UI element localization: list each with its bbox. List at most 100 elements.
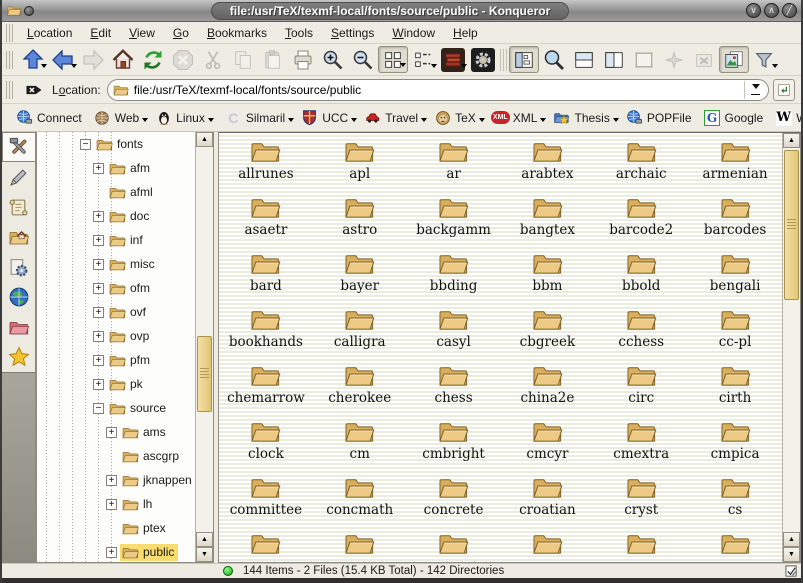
- bookmark-item-1[interactable]: Web: [88, 107, 149, 128]
- scroll-down-button[interactable]: ▼: [196, 547, 213, 562]
- tree-item[interactable]: source: [37, 396, 195, 420]
- scroll-up-button[interactable]: ▲: [196, 132, 213, 147]
- folder-item[interactable]: china2e: [501, 362, 595, 418]
- folder-item[interactable]: asaetr: [219, 194, 313, 250]
- bookmark-item-6[interactable]: TeX: [428, 107, 486, 128]
- bookmark-item-3[interactable]: CSilmaril: [219, 107, 295, 128]
- sidebar-tab-bookmarks[interactable]: [2, 342, 35, 372]
- tree-expander[interactable]: [106, 499, 117, 510]
- toolbar-paste[interactable]: [258, 46, 288, 73]
- tree-item[interactable]: lh: [37, 492, 195, 516]
- status-corner-button[interactable]: [785, 565, 798, 578]
- toolbar-new-tab[interactable]: [659, 46, 689, 73]
- tree-expander[interactable]: [93, 235, 104, 246]
- toolbar-thumbnails[interactable]: [719, 46, 749, 73]
- folder-item[interactable]: [313, 530, 407, 562]
- sidebar-tab-history[interactable]: [2, 192, 35, 222]
- bookmark-item-7[interactable]: XMLXML: [486, 107, 548, 128]
- tree-item[interactable]: misc: [37, 252, 195, 276]
- folder-item[interactable]: [688, 530, 782, 562]
- toolbar-find[interactable]: [539, 46, 569, 73]
- folder-item[interactable]: bayer: [313, 250, 407, 306]
- tree-item[interactable]: jknappen: [37, 468, 195, 492]
- folder-item[interactable]: cmbright: [407, 418, 501, 474]
- toolbar-list-view[interactable]: [408, 46, 438, 73]
- toolbar-handle[interactable]: [6, 51, 14, 69]
- folder-item[interactable]: barcodes: [688, 194, 782, 250]
- clear-location-button[interactable]: [22, 76, 46, 103]
- folder-item[interactable]: [594, 530, 688, 562]
- toolbar-handle[interactable]: [6, 81, 14, 99]
- folder-item[interactable]: croatian: [501, 474, 595, 530]
- toolbar-bookshelf[interactable]: [438, 46, 468, 73]
- tree-item[interactable]: ams: [37, 420, 195, 444]
- menu-item[interactable]: Go: [164, 23, 198, 43]
- toolbar-forward[interactable]: [78, 46, 108, 73]
- folder-item[interactable]: cmextra: [594, 418, 688, 474]
- menu-item[interactable]: Location: [18, 23, 81, 43]
- tree-expander[interactable]: [93, 307, 104, 318]
- folder-item[interactable]: concmath: [313, 474, 407, 530]
- folder-item[interactable]: bangtex: [501, 194, 595, 250]
- tree-expander[interactable]: [93, 163, 104, 174]
- folder-item[interactable]: bbold: [594, 250, 688, 306]
- tree-item[interactable]: doc: [37, 204, 195, 228]
- go-button[interactable]: [773, 79, 795, 101]
- tree-item[interactable]: ofm: [37, 276, 195, 300]
- folder-item[interactable]: cherokee: [313, 362, 407, 418]
- bookmark-item-5[interactable]: Travel: [358, 107, 428, 128]
- tree-expander[interactable]: [93, 331, 104, 342]
- tree-item[interactable]: ptex: [37, 516, 195, 540]
- folder-item[interactable]: chess: [407, 362, 501, 418]
- tree-item[interactable]: pfm: [37, 348, 195, 372]
- folder-item[interactable]: cryst: [594, 474, 688, 530]
- menu-item[interactable]: Help: [444, 23, 487, 43]
- folder-item[interactable]: [407, 530, 501, 562]
- tree-item[interactable]: fonts: [37, 132, 195, 156]
- folder-item[interactable]: concrete: [407, 474, 501, 530]
- title-bar[interactable]: file:/usr/TeX/texmf-local/fonts/source/p…: [2, 0, 801, 22]
- toolbar-close-tab[interactable]: [689, 46, 719, 73]
- scroll-up-button[interactable]: ▲: [783, 133, 800, 148]
- scroll-up-button[interactable]: ▲: [783, 532, 800, 547]
- tree-item[interactable]: ovf: [37, 300, 195, 324]
- toolbar-gear[interactable]: [468, 46, 498, 73]
- tree-expander[interactable]: [93, 403, 104, 414]
- tree-item[interactable]: ascgrp: [37, 444, 195, 468]
- folder-item[interactable]: committee: [219, 474, 313, 530]
- menu-item[interactable]: Window: [383, 23, 444, 43]
- folder-item[interactable]: cmpica: [688, 418, 782, 474]
- tree-expander[interactable]: [93, 379, 104, 390]
- toolbar-cut[interactable]: [198, 46, 228, 73]
- folder-item[interactable]: bookhands: [219, 306, 313, 362]
- location-dropdown-arrow[interactable]: [744, 81, 766, 99]
- bookmark-item-4[interactable]: UCC: [295, 107, 358, 128]
- folder-item[interactable]: cirth: [688, 362, 782, 418]
- icon-view-scrollbar[interactable]: ▲ ▲ ▼: [782, 133, 800, 562]
- tree-item[interactable]: pk: [37, 372, 195, 396]
- folder-item[interactable]: bard: [219, 250, 313, 306]
- folder-item[interactable]: cchess: [594, 306, 688, 362]
- folder-item[interactable]: archaic: [594, 138, 688, 194]
- folder-item[interactable]: cmcyr: [501, 418, 595, 474]
- menu-item[interactable]: Bookmarks: [198, 23, 276, 43]
- sidebar-tab-services[interactable]: [2, 252, 35, 282]
- folder-item[interactable]: [501, 530, 595, 562]
- scrollbar-thumb[interactable]: [784, 150, 799, 300]
- toolbar-print[interactable]: [288, 46, 318, 73]
- folder-item[interactable]: cbgreek: [501, 306, 595, 362]
- toolbar-copy[interactable]: [228, 46, 258, 73]
- sidebar-tab-tools[interactable]: [2, 132, 35, 162]
- bookmark-item-2[interactable]: Linux: [149, 107, 215, 128]
- maximize-button[interactable]: ∧: [764, 3, 779, 18]
- scrollbar-thumb[interactable]: [197, 336, 212, 412]
- toolbar-stop[interactable]: [168, 46, 198, 73]
- toolbar-back[interactable]: [48, 46, 78, 73]
- folder-item[interactable]: clock: [219, 418, 313, 474]
- tree-item[interactable]: afm: [37, 156, 195, 180]
- folder-item[interactable]: astro: [313, 194, 407, 250]
- scroll-up-button[interactable]: ▲: [196, 532, 213, 547]
- folder-item[interactable]: casyl: [407, 306, 501, 362]
- folder-item[interactable]: allrunes: [219, 138, 313, 194]
- folder-item[interactable]: apl: [313, 138, 407, 194]
